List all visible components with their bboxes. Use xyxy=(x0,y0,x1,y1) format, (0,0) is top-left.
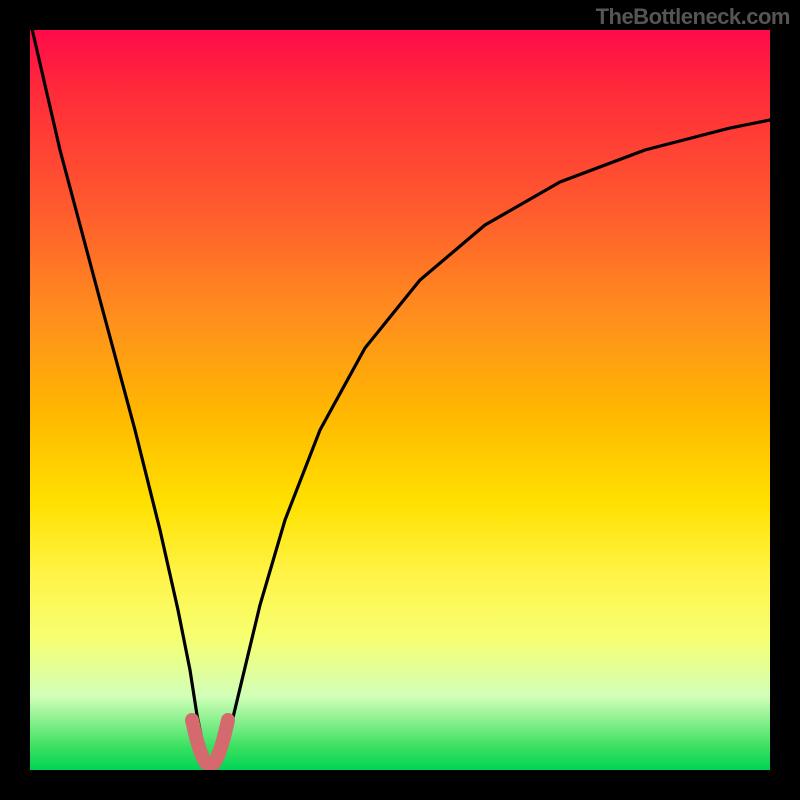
curve-path xyxy=(30,30,770,766)
bottleneck-curve xyxy=(30,30,770,770)
plot-area xyxy=(30,30,770,770)
optimal-highlight xyxy=(192,720,228,765)
watermark-text: TheBottleneck.com xyxy=(596,4,790,30)
chart-frame: TheBottleneck.com xyxy=(0,0,800,800)
